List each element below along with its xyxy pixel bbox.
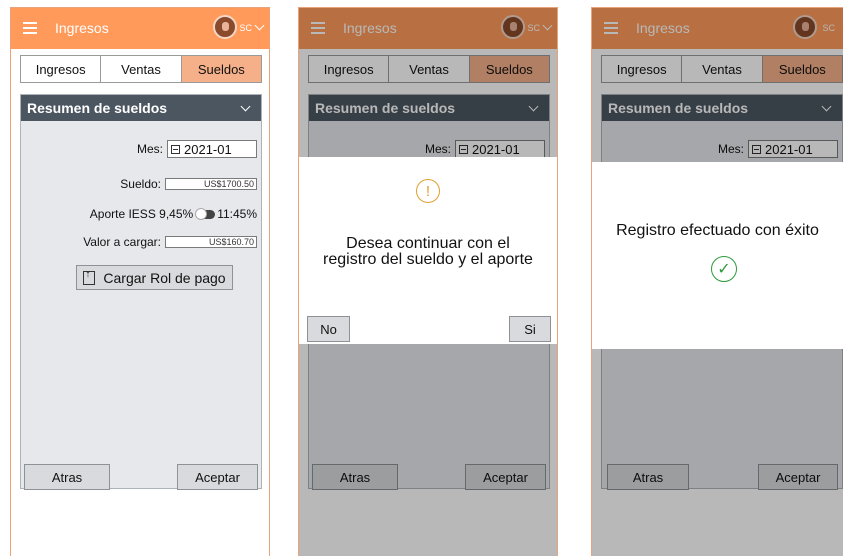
- valor-row: Valor a cargar: US$160.70: [83, 235, 257, 249]
- avatar[interactable]: [213, 15, 237, 39]
- no-button[interactable]: No: [307, 316, 350, 342]
- user-initials: SC: [239, 23, 252, 33]
- panel-header[interactable]: Resumen de sueldos: [21, 95, 261, 121]
- confirm-dialog: ! Desea continuar con el registro del su…: [299, 157, 557, 344]
- valor-label: Valor a cargar:: [83, 235, 161, 249]
- mes-value: 2021-01: [184, 141, 232, 157]
- app-title: Ingresos: [55, 20, 109, 36]
- upload-icon: [83, 269, 96, 285]
- chevron-down-icon[interactable]: [254, 20, 265, 31]
- upload-payroll-button[interactable]: Cargar Rol de pago: [76, 265, 233, 290]
- screen-success: Ingresos SC Ingresos Ventas Sueldos Resu…: [591, 7, 843, 556]
- warning-icon: !: [416, 179, 440, 203]
- upload-label: Cargar Rol de pago: [103, 269, 226, 286]
- sueldo-field[interactable]: US$1700.50: [165, 178, 257, 190]
- valor-field[interactable]: US$160.70: [165, 236, 257, 248]
- aporte-alt-label: 11:45%: [217, 207, 257, 221]
- summary-panel: Resumen de sueldos Mes: 2021-01 Sueldo: …: [20, 94, 262, 490]
- sueldo-row: Sueldo: US$1700.50: [120, 177, 257, 191]
- tab-ventas[interactable]: Ventas: [101, 56, 182, 82]
- calendar-icon: [171, 144, 180, 154]
- chevron-down-icon[interactable]: [240, 101, 251, 112]
- screen-form: Ingresos SC Ingresos Ventas Sueldos Resu…: [10, 7, 270, 556]
- confirm-line-2: registro del sueldo y el aporte: [323, 251, 533, 268]
- panel-title: Resumen de sueldos: [27, 100, 168, 116]
- check-icon: ✓: [711, 256, 737, 282]
- sueldo-label: Sueldo:: [120, 177, 161, 191]
- app-bar: Ingresos SC: [11, 8, 269, 49]
- back-button[interactable]: Atras: [24, 464, 110, 490]
- mes-label: Mes:: [136, 142, 163, 156]
- aporte-toggle[interactable]: [195, 207, 216, 220]
- screen-confirm: Ingresos SC Ingresos Ventas Sueldos Resu…: [298, 7, 558, 556]
- mes-date-input[interactable]: 2021-01: [167, 140, 257, 158]
- hamburger-menu-icon[interactable]: [23, 22, 37, 34]
- success-dialog: Registro efectuado con éxito ✓: [592, 162, 843, 349]
- aporte-label: Aporte IESS 9,45%: [89, 207, 194, 221]
- aporte-row: Aporte IESS 9,45% 11:45%: [90, 207, 257, 221]
- success-message: Registro efectuado con éxito: [616, 222, 819, 239]
- yes-button[interactable]: Si: [509, 316, 551, 342]
- tab-bar: Ingresos Ventas Sueldos: [20, 55, 262, 83]
- accept-button[interactable]: Aceptar: [177, 464, 258, 490]
- tab-sueldos[interactable]: Sueldos: [181, 56, 261, 82]
- confirm-line-1: Desea continuar con el: [346, 235, 510, 252]
- mes-row: Mes: 2021-01: [137, 140, 257, 158]
- tab-ingresos[interactable]: Ingresos: [21, 56, 102, 82]
